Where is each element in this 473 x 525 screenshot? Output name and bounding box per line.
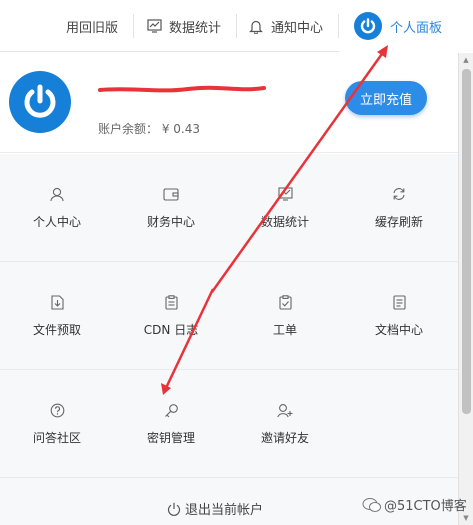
- grid-item-personal-center[interactable]: 个人中心: [0, 154, 114, 262]
- balance-value: ¥ 0.43: [161, 122, 201, 136]
- nav-notifications[interactable]: 通知中心: [248, 0, 323, 52]
- ticket-check-icon: [277, 294, 293, 310]
- grid-row: 问答社区 密钥管理 邀请好友: [0, 370, 458, 478]
- grid-item-invite-friends[interactable]: 邀请好友: [228, 370, 342, 478]
- account-balance: 账户余额： ¥ 0.43: [98, 120, 200, 137]
- scroll-up-arrow-icon[interactable]: ▲: [459, 53, 473, 67]
- nav-stats[interactable]: 数据统计: [146, 0, 221, 52]
- refresh-icon: [391, 186, 407, 202]
- logout-label: 退出当前帐户: [185, 503, 264, 518]
- document-icon: [391, 294, 407, 310]
- grid-item-label: CDN 日志: [143, 323, 199, 337]
- nav-notifications-label: 通知中心: [271, 20, 324, 36]
- chart-icon: [146, 18, 162, 34]
- grid-item-file-prefetch[interactable]: 文件预取: [0, 262, 114, 370]
- logo-icon: [354, 12, 382, 40]
- balance-label: 账户余额：: [98, 122, 159, 136]
- grid-row: 文件预取 CDN 日志 工单 文档中心: [0, 262, 458, 370]
- nav-divider: [133, 14, 134, 38]
- watermark-text: @51CTO博客: [384, 499, 467, 514]
- chart-icon: [277, 186, 293, 202]
- grid-item-key-management[interactable]: 密钥管理: [114, 370, 228, 478]
- grid-item-docs-center[interactable]: 文档中心: [342, 262, 456, 370]
- nav-personal-panel[interactable]: 个人面板: [339, 0, 473, 52]
- function-grid: 个人中心 财务中心 数据统计 缓存刷新 文件预取 CDN 日志 工单 文档中心 …: [0, 154, 458, 479]
- grid-item-cache-refresh[interactable]: 缓存刷新: [342, 154, 456, 262]
- profile-panel: •••••••••••••••••• 账户余额： ¥ 0.43 立即充值: [0, 53, 458, 153]
- nav-stats-label: 数据统计: [169, 20, 222, 36]
- grid-item-label: 工单: [272, 323, 297, 337]
- grid-item-label: 问答社区: [32, 431, 81, 445]
- grid-item-label: 文件预取: [32, 323, 81, 337]
- clipboard-icon: [163, 294, 179, 310]
- grid-item-qa-community[interactable]: 问答社区: [0, 370, 114, 478]
- wallet-icon: [163, 186, 179, 202]
- grid-item-label: 财务中心: [146, 215, 195, 229]
- nav-divider: [236, 14, 237, 38]
- grid-row: 个人中心 财务中心 数据统计 缓存刷新: [0, 154, 458, 262]
- old-version-label: 用回旧版: [66, 20, 119, 36]
- grid-item-cdn-log[interactable]: CDN 日志: [114, 262, 228, 370]
- grid-item-ticket[interactable]: 工单: [228, 262, 342, 370]
- grid-item-label: 数据统计: [260, 215, 309, 229]
- grid-item-label: 邀请好友: [260, 431, 309, 445]
- key-icon: [163, 402, 179, 418]
- grid-item-label: 文档中心: [374, 323, 423, 337]
- recharge-button[interactable]: 立即充值: [345, 81, 427, 115]
- top-nav: 用回旧版 数据统计 通知中心 个人面板: [0, 0, 473, 52]
- old-version-link[interactable]: 用回旧版: [66, 0, 118, 52]
- scrollbar-thumb[interactable]: [462, 69, 471, 414]
- grid-item-label: 密钥管理: [146, 431, 195, 445]
- file-download-icon: [49, 294, 65, 310]
- user-icon: [49, 186, 65, 202]
- redaction-scribble: [98, 85, 266, 93]
- grid-item-data-stats[interactable]: 数据统计: [228, 154, 342, 262]
- add-user-icon: [277, 402, 293, 418]
- vertical-scrollbar[interactable]: ▲ ▼: [458, 53, 473, 525]
- avatar: [9, 71, 71, 133]
- nav-personal-panel-label: 个人面板: [390, 20, 443, 36]
- watermark: @51CTO博客: [362, 495, 467, 514]
- grid-item-finance-center[interactable]: 财务中心: [114, 154, 228, 262]
- power-icon: [167, 502, 181, 516]
- bell-icon: [248, 18, 264, 34]
- question-icon: [49, 402, 65, 418]
- wechat-icon: [362, 497, 382, 513]
- grid-item-label: 个人中心: [32, 215, 81, 229]
- grid-item-label: 缓存刷新: [374, 215, 423, 229]
- logout-button[interactable]: 退出当前帐户: [167, 499, 263, 518]
